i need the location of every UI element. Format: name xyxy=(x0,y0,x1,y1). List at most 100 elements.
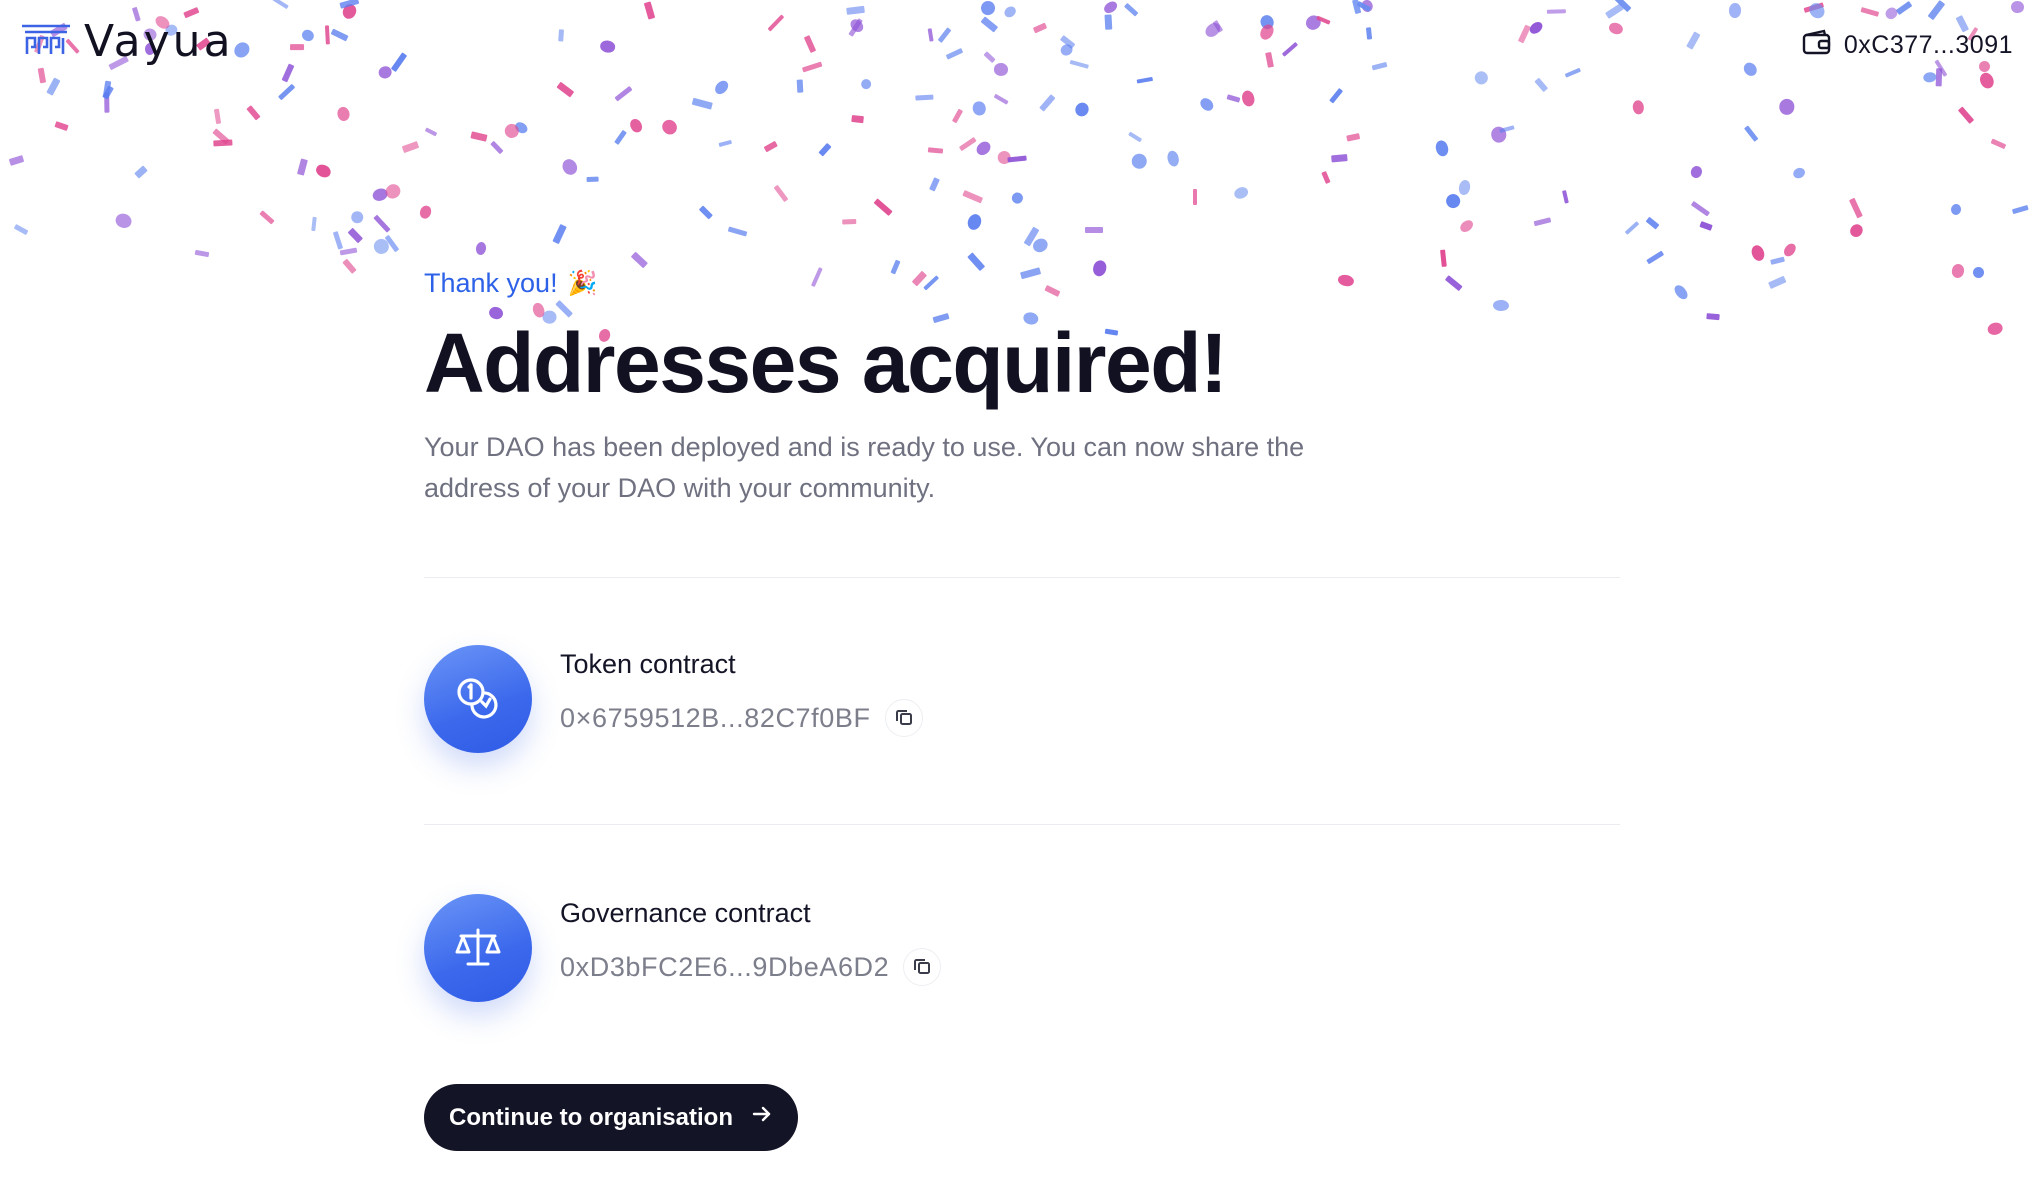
wallet-address: 0xC377...3091 xyxy=(1843,31,2013,59)
confetti-piece xyxy=(1927,0,1946,20)
confetti-piece xyxy=(1328,87,1343,104)
confetti-piece xyxy=(727,226,748,238)
confetti-piece xyxy=(342,258,357,274)
confetti-piece xyxy=(1371,61,1388,71)
confetti-piece xyxy=(802,61,823,72)
confetti-piece xyxy=(1645,216,1660,230)
confetti-piece xyxy=(1345,132,1360,142)
confetti-piece xyxy=(300,27,316,43)
continue-label: Continue to organisation xyxy=(449,1103,733,1131)
confetti-piece xyxy=(1782,241,1799,259)
confetti-piece xyxy=(289,44,304,51)
confetti-piece xyxy=(1803,2,1824,14)
confetti-piece xyxy=(764,140,778,152)
confetti-piece xyxy=(1770,256,1786,266)
confetti-piece xyxy=(859,77,874,92)
page-title: Addresses acquired! xyxy=(424,316,1228,410)
confetti-piece xyxy=(1265,51,1274,68)
confetti-piece xyxy=(614,129,627,145)
confetti-piece xyxy=(1950,203,1962,216)
confetti-piece xyxy=(1123,2,1138,17)
confetti-piece xyxy=(53,121,68,132)
confetti-piece xyxy=(1749,243,1766,263)
continue-to-organisation-button[interactable]: Continue to organisation xyxy=(424,1084,798,1151)
copy-icon xyxy=(894,707,914,730)
confetti-piece xyxy=(1104,14,1112,30)
confetti-piece xyxy=(1935,67,1943,86)
confetti-piece xyxy=(1706,312,1720,320)
confetti-piece xyxy=(1645,250,1665,265)
confetti-piece xyxy=(1352,0,1361,15)
confetti-piece xyxy=(2010,0,2024,14)
confetti-piece xyxy=(474,240,487,256)
confetti-piece xyxy=(1010,191,1025,206)
confetti-piece xyxy=(401,141,420,154)
confetti-piece xyxy=(1072,99,1092,119)
logo[interactable]: Vayua xyxy=(20,20,234,64)
wallet-button[interactable]: 0xC377...3091 xyxy=(1802,28,2013,63)
confetti-piece xyxy=(928,147,944,154)
page-description: Your DAO has been deployed and is ready … xyxy=(424,432,1305,503)
confetti-piece xyxy=(1321,170,1331,184)
confetti-piece xyxy=(102,80,112,98)
confetti-piece xyxy=(1691,200,1711,217)
confetti-piece xyxy=(1564,68,1581,79)
confetti-piece xyxy=(340,1,359,22)
confetti-piece xyxy=(1517,24,1531,44)
confetti-piece xyxy=(945,47,964,60)
confetti-piece xyxy=(37,67,47,84)
copy-token-address-button[interactable] xyxy=(884,699,923,737)
confetti-piece xyxy=(851,114,865,123)
confetti-piece xyxy=(277,84,296,101)
confetti-piece xyxy=(1069,60,1090,70)
confetti-piece xyxy=(390,51,408,72)
confetti-piece xyxy=(965,212,984,232)
confetti-piece xyxy=(231,39,253,61)
confetti-piece xyxy=(349,209,366,226)
confetti-piece xyxy=(46,77,61,96)
confetti-piece xyxy=(469,131,487,142)
confetti-piece xyxy=(1023,226,1040,247)
confetti-piece xyxy=(1226,94,1241,103)
confetti-piece xyxy=(1443,191,1463,211)
confetti-piece xyxy=(377,64,394,80)
confetti-piece xyxy=(959,137,977,152)
confetti-piece xyxy=(599,39,616,54)
confetti-piece xyxy=(1058,41,1075,58)
confetti-piece xyxy=(1546,9,1567,15)
confetti-piece xyxy=(994,62,1010,77)
scales-icon xyxy=(424,894,532,1002)
confetti-piece xyxy=(928,176,940,191)
confetti-piece xyxy=(1689,164,1704,179)
confetti-piece xyxy=(774,185,789,203)
confetti-piece xyxy=(13,224,29,236)
confetti-piece xyxy=(1212,19,1224,33)
confetti-piece xyxy=(1883,5,1900,21)
copy-governance-address-button[interactable] xyxy=(903,948,942,986)
confetti-piece xyxy=(698,205,713,220)
confetti-piece xyxy=(1604,3,1624,19)
thank-you-label: Thank you! 🎉 xyxy=(424,268,1620,299)
confetti-piece xyxy=(490,140,504,154)
confetti-piece xyxy=(384,234,399,252)
governance-contract-row: Governance contract 0xD3bFC2E6...9DbeA6D… xyxy=(424,825,1620,1073)
main-content: Thank you! 🎉 Addresses acquired! Your DA… xyxy=(424,268,1620,1073)
confetti-piece xyxy=(1895,1,1913,16)
confetti-piece xyxy=(873,198,893,217)
confetti-piece xyxy=(560,156,581,178)
confetti-piece xyxy=(1632,99,1645,115)
confetti-piece xyxy=(556,81,575,98)
confetti-piece xyxy=(134,166,148,180)
confetti-piece xyxy=(113,211,133,230)
confetti-piece xyxy=(842,218,856,225)
confetti-piece xyxy=(1923,71,1938,84)
confetti-piece xyxy=(418,204,434,221)
confetti-piece xyxy=(1033,22,1048,33)
confetti-piece xyxy=(1685,31,1700,50)
confetti-piece xyxy=(1534,78,1549,93)
confetti-piece xyxy=(585,176,599,182)
confetti-piece xyxy=(1136,76,1153,84)
confetti-piece xyxy=(847,16,865,34)
confetti-piece xyxy=(1458,217,1476,234)
confetti-piece xyxy=(1440,249,1448,268)
